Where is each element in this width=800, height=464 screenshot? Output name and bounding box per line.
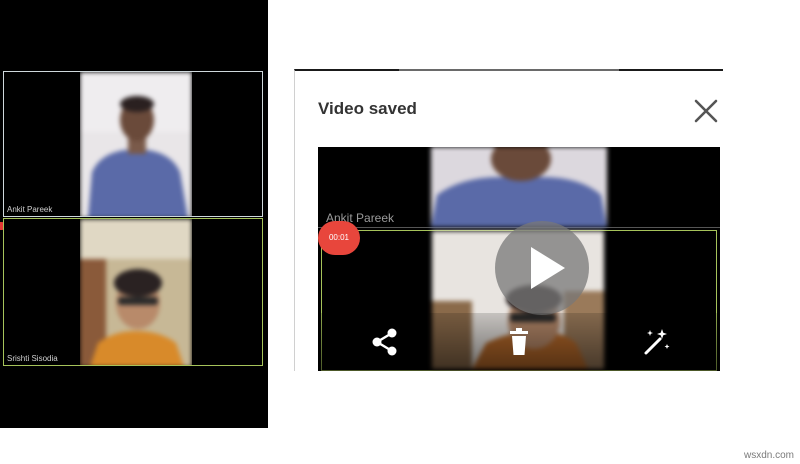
close-icon [694, 99, 718, 123]
play-button[interactable] [495, 221, 589, 315]
delete-button[interactable] [502, 325, 536, 359]
participant-video [80, 72, 192, 216]
participant-name-label: Ankit Pareek [7, 205, 53, 214]
recording-timer-badge: 00:01 [318, 221, 360, 255]
magic-edit-button[interactable] [638, 325, 672, 359]
participant-tile-ankit[interactable]: Ankit Pareek [3, 71, 263, 217]
magic-wand-icon [644, 329, 670, 355]
video-action-bar [318, 313, 720, 371]
video-saved-dialog: Video saved Ankit Pareek 00:01 [294, 69, 723, 371]
dialog-progress-bar [399, 69, 619, 71]
close-button[interactable] [693, 98, 719, 124]
participant-video [80, 219, 192, 365]
call-screen: Ankit Pareek Srishti Sisodia [0, 0, 268, 428]
share-icon [372, 328, 397, 356]
participant-name-label: Srishti Sisodia [7, 354, 58, 363]
participant-tile-srishti[interactable]: Srishti Sisodia [3, 218, 263, 366]
watermark: wsxdn.com [743, 450, 794, 461]
share-button[interactable] [368, 325, 402, 359]
play-icon [531, 247, 565, 289]
video-preview[interactable]: Ankit Pareek 00:01 [318, 147, 720, 371]
dialog-title: Video saved [318, 99, 417, 118]
trash-icon [510, 328, 528, 355]
